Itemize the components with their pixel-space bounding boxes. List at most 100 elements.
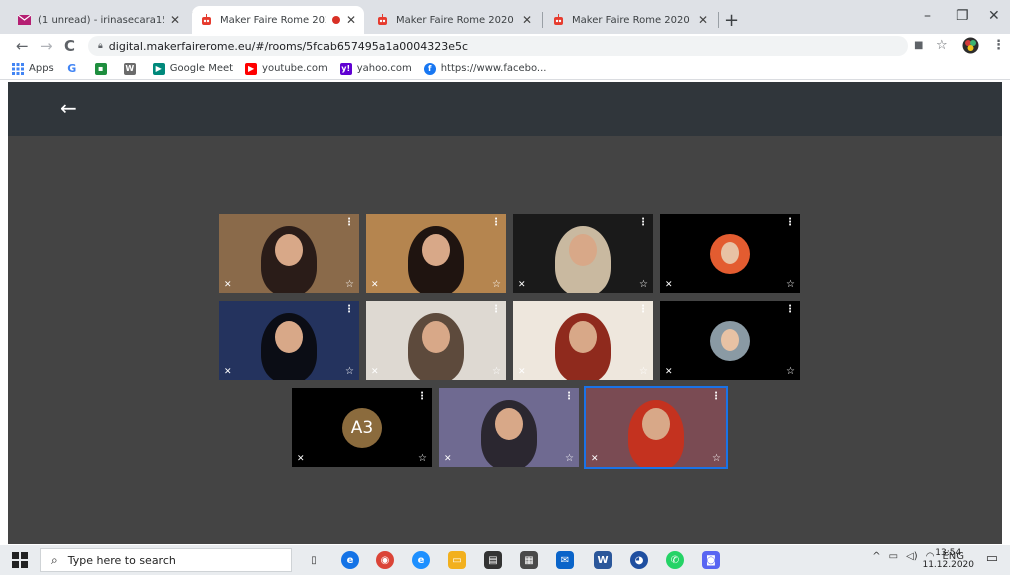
participant-tile[interactable]: ⋮ ✕ ☆ [513, 301, 653, 380]
bookmark-google-meet[interactable]: ▶ Google Meet [152, 62, 233, 75]
pin-star-icon[interactable]: ☆ [418, 453, 427, 464]
profile-avatar[interactable] [962, 37, 979, 58]
forward-button[interactable]: → [40, 37, 53, 55]
muted-mic-icon: ✕ [444, 454, 452, 464]
participant-tile[interactable]: ⋮ ✕ ☆ [366, 301, 506, 380]
pin-star-icon[interactable]: ☆ [565, 453, 574, 464]
tile-menu-icon[interactable]: ⋮ [344, 217, 354, 228]
pin-star-icon[interactable]: ☆ [639, 366, 648, 377]
participant-tile[interactable]: A3 ⋮ ✕ ☆ [292, 388, 432, 467]
muted-mic-icon: ✕ [665, 280, 673, 290]
new-tab-button[interactable]: + [724, 10, 739, 31]
chrome-icon[interactable]: ◉ [376, 551, 394, 569]
task-view-icon[interactable]: ▯ [305, 551, 323, 569]
participant-face [569, 234, 597, 266]
back-button[interactable]: ← [16, 37, 29, 55]
windows-start-icon[interactable] [12, 552, 28, 568]
pin-star-icon[interactable]: ☆ [786, 366, 795, 377]
edge-icon[interactable]: e [341, 551, 359, 569]
bookmark-apps[interactable]: Apps [12, 62, 54, 75]
tile-menu-icon[interactable]: ⋮ [785, 304, 795, 315]
participant-face [422, 321, 450, 353]
bookmark-w[interactable]: W [123, 62, 141, 75]
participant-tile[interactable]: ⋮ ✕ ☆ [366, 214, 506, 293]
participant-face [569, 321, 597, 353]
close-tab-icon[interactable]: ✕ [522, 13, 532, 27]
pin-star-icon[interactable]: ☆ [345, 366, 354, 377]
tab-maker-faire[interactable]: Maker Faire Rome 2020 ✕ [544, 6, 716, 34]
close-tab-icon[interactable]: ✕ [346, 13, 356, 27]
store-icon[interactable]: ▤ [484, 551, 502, 569]
participant-tile[interactable]: ⋮ ✕ ☆ [439, 388, 579, 467]
tile-menu-icon[interactable]: ⋮ [785, 217, 795, 228]
volume-icon[interactable]: ◁) [906, 551, 918, 562]
notification-center-icon[interactable]: ▭ [986, 551, 998, 566]
pin-star-icon[interactable]: ☆ [786, 279, 795, 290]
tab-maker-faire-active[interactable]: Maker Faire Rome 2020 ✕ [192, 6, 364, 34]
avatar-face [721, 329, 739, 351]
clock-time: 13:54 [935, 548, 962, 558]
bookmark-yahoo[interactable]: y! yahoo.com [339, 62, 412, 75]
tab-gmail[interactable]: (1 unread) - irinasecara15@yaho ✕ [10, 6, 188, 34]
participant-tile[interactable]: ⋮ ✕ ☆ [219, 301, 359, 380]
maker-faire-robot-icon [552, 13, 565, 27]
bookmark-facebook[interactable]: f https://www.facebo... [423, 62, 546, 75]
participant-tile[interactable]: ⋮ ✕ ☆ [660, 301, 800, 380]
muted-mic-icon: ✕ [297, 454, 305, 464]
tile-menu-icon[interactable]: ⋮ [344, 304, 354, 315]
participant-tile[interactable]: ⋮ ✕ ☆ [219, 214, 359, 293]
browser-tab-strip: (1 unread) - irinasecara15@yaho ✕ Maker … [0, 0, 1010, 34]
browser-toolbar: ← → C 🔒︎ digital.makerfairerome.eu/#/roo… [0, 34, 1010, 58]
app-icon-blue-swirl[interactable]: ◕ [630, 551, 648, 569]
file-explorer-icon[interactable]: ▭ [448, 551, 466, 569]
bookmark-youtube[interactable]: ▶ youtube.com [245, 62, 328, 75]
tile-menu-icon[interactable]: ⋮ [638, 304, 648, 315]
minimize-button[interactable]: – [924, 8, 931, 24]
pin-star-icon[interactable]: ☆ [345, 279, 354, 290]
participant-tile[interactable]: ⋮ ✕ ☆ [513, 214, 653, 293]
participant-tile[interactable]: ⋮ ✕ ☆ [584, 386, 728, 469]
maker-faire-robot-icon [200, 13, 213, 27]
facebook-icon: f [423, 62, 436, 75]
tile-menu-icon[interactable]: ⋮ [711, 391, 721, 402]
word-icon[interactable]: W [594, 551, 612, 569]
tab-maker-faire-dirett[interactable]: Maker Faire Rome 2020 - DIRETT ✕ [368, 6, 540, 34]
reload-button[interactable]: C [64, 37, 75, 55]
participant-face [422, 234, 450, 266]
taskbar-search-box[interactable]: ⌕ Type here to search [40, 548, 292, 572]
bookmark-star-icon[interactable]: ☆ [936, 38, 948, 53]
taskbar-clock[interactable]: 13:54 11.12.2020 [922, 547, 974, 571]
pin-star-icon[interactable]: ☆ [492, 279, 501, 290]
discord-icon[interactable]: ◙ [702, 551, 720, 569]
close-tab-icon[interactable]: ✕ [698, 13, 708, 27]
battery-icon[interactable]: ▭ [889, 551, 898, 562]
tile-menu-icon[interactable]: ⋮ [638, 217, 648, 228]
yahoo-icon: y! [339, 62, 352, 75]
show-hidden-icons-icon[interactable]: ^ [872, 551, 880, 562]
pin-star-icon[interactable]: ☆ [639, 279, 648, 290]
tile-menu-icon[interactable]: ⋮ [417, 391, 427, 402]
pin-star-icon[interactable]: ☆ [712, 453, 721, 464]
bookmark-google[interactable]: G [66, 62, 83, 75]
calculator-icon[interactable]: ▦ [520, 551, 538, 569]
tab-separator [542, 12, 543, 28]
bookmark-classroom[interactable]: ▪ [94, 62, 112, 75]
back-arrow-icon[interactable]: ← [60, 96, 77, 120]
close-window-button[interactable]: ✕ [988, 8, 1000, 24]
close-tab-icon[interactable]: ✕ [170, 13, 180, 27]
muted-mic-icon: ✕ [518, 280, 526, 290]
camera-in-use-icon[interactable]: ■ [914, 40, 923, 51]
tile-menu-icon[interactable]: ⋮ [491, 304, 501, 315]
tile-menu-icon[interactable]: ⋮ [564, 391, 574, 402]
pin-star-icon[interactable]: ☆ [492, 366, 501, 377]
whatsapp-icon[interactable]: ✆ [666, 551, 684, 569]
participant-tile[interactable]: ⋮ ✕ ☆ [660, 214, 800, 293]
recording-indicator-icon [331, 16, 340, 24]
internet-explorer-icon[interactable]: e [412, 551, 430, 569]
mail-icon[interactable]: ✉ [556, 551, 574, 569]
bookmark-label: youtube.com [262, 63, 328, 74]
restore-button[interactable]: ❐ [956, 8, 969, 24]
tile-menu-icon[interactable]: ⋮ [491, 217, 501, 228]
address-bar[interactable]: 🔒︎ digital.makerfairerome.eu/#/rooms/5fc… [88, 36, 908, 56]
browser-menu-icon[interactable]: ⋮ [992, 38, 1005, 53]
